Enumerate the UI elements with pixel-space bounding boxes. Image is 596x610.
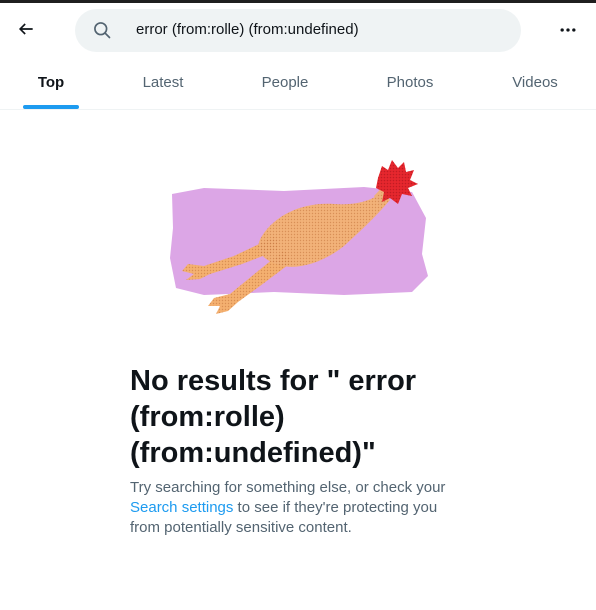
arrow-left-icon: [18, 23, 33, 35]
active-tab-indicator: [23, 105, 79, 109]
tab-latest[interactable]: Latest: [102, 60, 224, 109]
search-query-text[interactable]: error (from:rolle) (from:undefined): [136, 21, 359, 38]
tab-top[interactable]: Top: [0, 60, 102, 109]
search-icon: [94, 22, 111, 39]
search-header: error (from:rolle) (from:undefined): [0, 3, 596, 59]
more-options-button[interactable]: [552, 15, 584, 45]
empty-state-title: No results for " error (from:rolle) (fro…: [130, 365, 417, 469]
rubber-chicken-illustration: [164, 158, 430, 324]
tab-videos[interactable]: Videos: [474, 60, 596, 109]
description-text-start: Try searching for something else, or che…: [130, 479, 446, 496]
empty-state-description: Try searching for something else, or che…: [130, 478, 470, 538]
tab-videos-label: Videos: [512, 74, 558, 91]
search-settings-link[interactable]: Search settings: [130, 499, 233, 516]
tab-photos[interactable]: Photos: [346, 60, 474, 109]
tab-people-label: People: [261, 74, 309, 91]
tab-top-label: Top: [37, 74, 65, 91]
tab-people[interactable]: People: [224, 60, 346, 109]
back-button[interactable]: [10, 13, 42, 45]
tab-latest-label: Latest: [142, 74, 184, 91]
tab-photos-label: Photos: [386, 74, 434, 91]
search-tabs: Top Latest People Photos Videos: [0, 60, 596, 110]
search-input[interactable]: error (from:rolle) (from:undefined): [75, 9, 521, 52]
more-horizontal-icon: [560, 28, 576, 32]
